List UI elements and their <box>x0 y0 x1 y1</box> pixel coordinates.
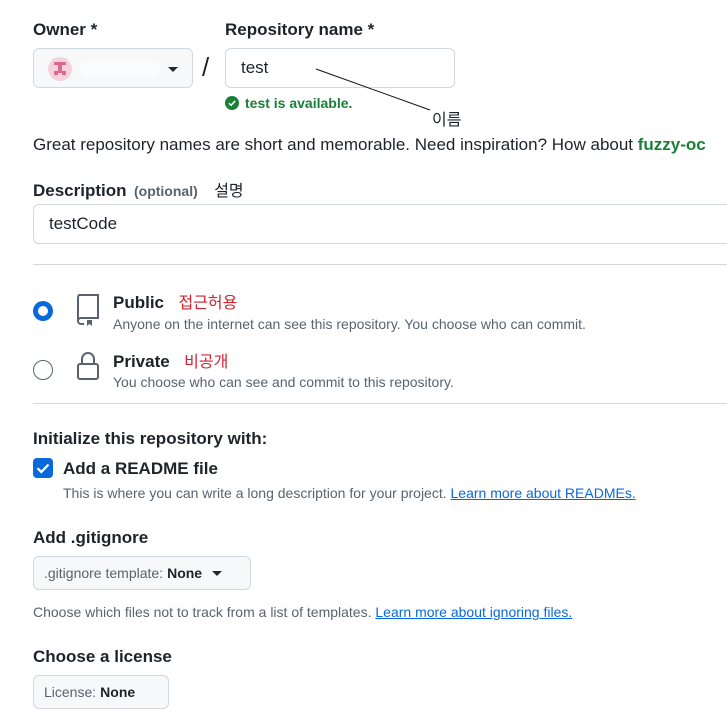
gitignore-heading: Add .gitignore <box>33 528 149 547</box>
description-label-row: Description (optional) 설명 <box>33 177 244 201</box>
public-description: Anyone on the internet can see this repo… <box>113 316 586 332</box>
gitignore-learn-more-link[interactable]: Learn more about ignoring files. <box>375 604 572 620</box>
gitignore-description-row: Choose which files not to track from a l… <box>33 604 572 620</box>
description-label: Description <box>33 181 127 200</box>
public-radio[interactable] <box>33 301 53 321</box>
license-select-value: None <box>100 684 136 700</box>
license-select-prefix: License: <box>44 684 97 700</box>
private-description: You choose who can see and commit to thi… <box>113 374 454 390</box>
lock-icon <box>76 350 100 387</box>
private-radio[interactable] <box>33 360 53 380</box>
gitignore-description: Choose which files not to track from a l… <box>33 604 372 620</box>
suggested-name[interactable]: fuzzy-oc <box>638 135 706 154</box>
annotation-private: 비공개 <box>184 354 229 371</box>
readme-learn-more-link[interactable]: Learn more about READMEs. <box>451 485 636 501</box>
private-title: Private <box>113 352 170 371</box>
divider <box>33 403 727 404</box>
repo-book-icon <box>74 292 102 331</box>
gitignore-select-prefix: .gitignore template: <box>44 565 164 581</box>
license-heading: Choose a license <box>33 647 172 666</box>
gitignore-select-value: None <box>167 565 203 581</box>
readme-label[interactable]: Add a README file <box>63 459 218 479</box>
license-select[interactable]: License: None <box>33 675 169 709</box>
description-input[interactable] <box>33 204 727 244</box>
annotation-description: 설명 <box>214 183 244 200</box>
public-title: Public <box>113 293 165 312</box>
inspiration-text: Great repository names are short and mem… <box>33 135 634 154</box>
divider <box>33 264 727 265</box>
readme-description-row: This is where you can write a long descr… <box>63 485 636 501</box>
description-optional: (optional) <box>133 183 198 199</box>
chevron-down-icon <box>212 570 223 576</box>
private-title-row: Private 비공개 <box>113 348 228 372</box>
public-title-row: Public 접근허용 <box>113 289 237 313</box>
annotation-public: 접근허용 <box>178 295 238 312</box>
check-icon <box>36 463 50 474</box>
readme-description: This is where you can write a long descr… <box>63 485 447 501</box>
gitignore-template-select[interactable]: .gitignore template: None <box>33 556 251 590</box>
initialize-heading: Initialize this repository with: <box>33 429 268 448</box>
annotation-name: 이름 <box>432 112 462 129</box>
readme-checkbox[interactable] <box>33 458 53 478</box>
inspiration-line: Great repository names are short and mem… <box>33 135 706 155</box>
